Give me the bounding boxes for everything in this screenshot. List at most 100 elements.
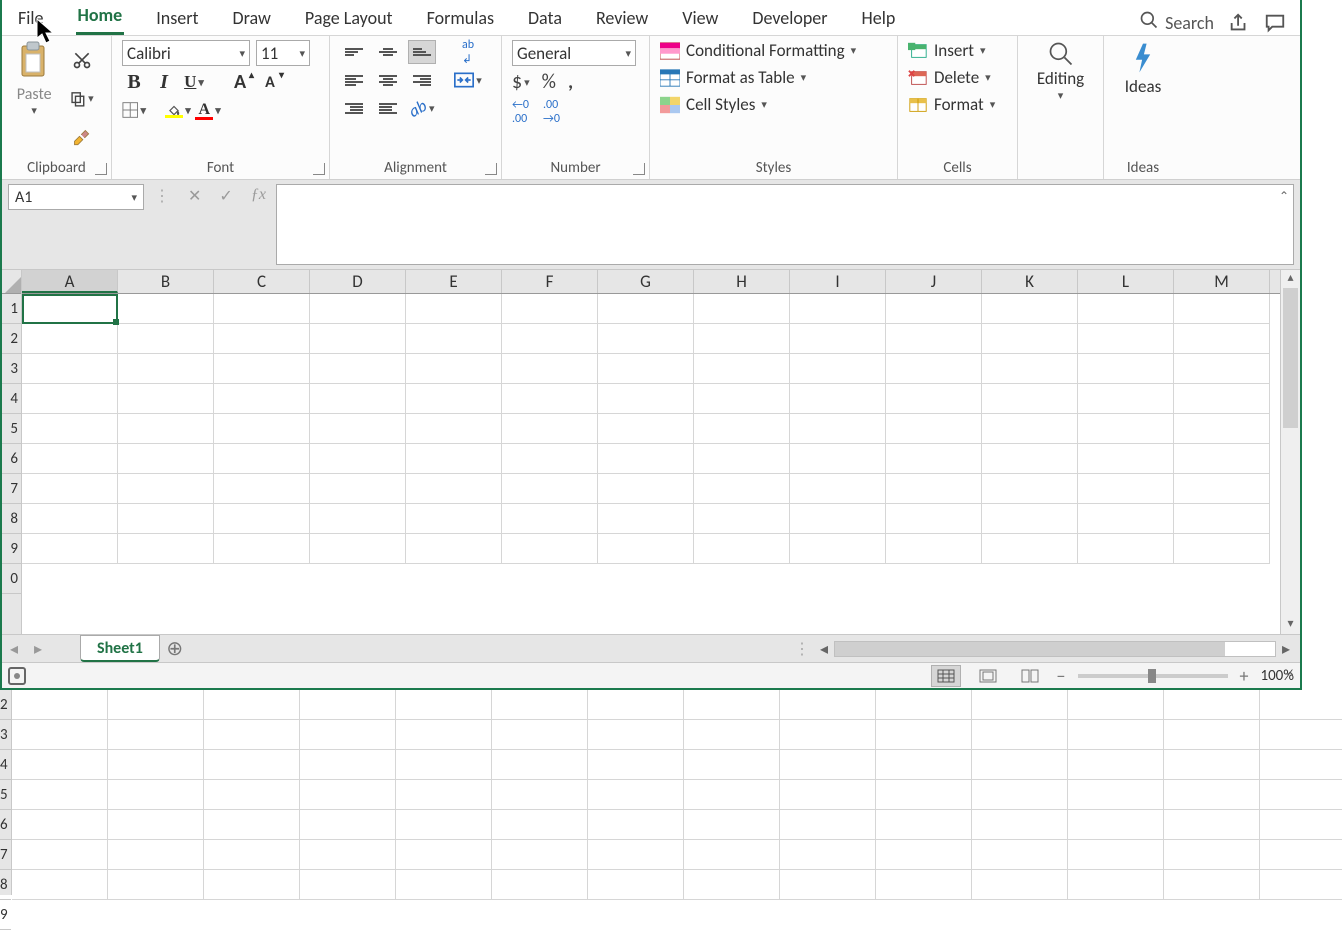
row-header[interactable]: 3 [2, 354, 21, 384]
col-header[interactable]: B [118, 270, 214, 293]
tab-developer[interactable]: Developer [750, 3, 829, 35]
col-header[interactable]: K [982, 270, 1078, 293]
fill-color-button[interactable]: ▾ [166, 98, 190, 122]
increase-indent-button[interactable] [374, 96, 402, 120]
tab-page-layout[interactable]: Page Layout [303, 3, 395, 35]
cut-button[interactable] [70, 48, 94, 72]
hscroll-thumb[interactable] [835, 642, 1225, 656]
zoom-in-button[interactable]: + [1240, 665, 1249, 687]
decrease-decimal-button[interactable]: .00→0 [543, 98, 560, 126]
insert-cells-button[interactable]: Insert ▾ [908, 40, 995, 61]
row-header[interactable]: 5 [2, 414, 21, 444]
row-header[interactable]: 8 [2, 504, 21, 534]
align-right-button[interactable] [408, 68, 436, 92]
expand-formula-bar-button[interactable]: ⌃ [1279, 189, 1289, 204]
increase-decimal-button[interactable]: ←0.00 [512, 98, 529, 126]
scroll-thumb[interactable] [1283, 288, 1298, 428]
editing-button[interactable]: Editing ▾ [1030, 40, 1092, 157]
copy-button[interactable]: ▾ [70, 87, 94, 111]
page-break-view-button[interactable] [1015, 665, 1045, 687]
select-all-corner[interactable] [2, 270, 21, 294]
conditional-formatting-button[interactable]: Conditional Formatting ▾ [660, 40, 856, 61]
col-header[interactable]: L [1078, 270, 1174, 293]
italic-button[interactable]: I [152, 70, 176, 94]
decrease-indent-button[interactable] [340, 96, 368, 120]
align-left-button[interactable] [340, 68, 368, 92]
page-layout-view-button[interactable] [973, 665, 1003, 687]
col-header[interactable]: H [694, 270, 790, 293]
tab-formulas[interactable]: Formulas [425, 3, 496, 35]
col-header[interactable]: G [598, 270, 694, 293]
alignment-launcher[interactable] [485, 163, 497, 175]
borders-button[interactable]: ▾ [122, 98, 146, 122]
number-launcher[interactable] [633, 163, 645, 175]
worksheet-grid[interactable]: 1 2 3 4 5 6 7 8 9 0 A B C D E F G H I J … [2, 270, 1300, 634]
col-header[interactable]: D [310, 270, 406, 293]
add-sheet-button[interactable]: ⊕ [160, 635, 190, 662]
scroll-left-button[interactable]: ◂ [814, 639, 834, 659]
paste-button[interactable]: Paste ▾ [12, 40, 56, 157]
row-header[interactable]: 2 [2, 324, 21, 354]
comma-style-button[interactable]: , [568, 70, 573, 94]
font-launcher[interactable] [313, 163, 325, 175]
row-header[interactable]: 4 [2, 384, 21, 414]
collapse-ribbon-button[interactable]: ⌃ [1284, 669, 1296, 686]
sheet-nav-prev[interactable]: ◂ [2, 635, 26, 662]
align-middle-button[interactable] [374, 40, 402, 64]
align-center-button[interactable] [374, 68, 402, 92]
col-header[interactable]: C [214, 270, 310, 293]
font-name-combo[interactable]: Calibri ▾ [122, 40, 250, 66]
tab-review[interactable]: Review [594, 3, 650, 35]
tell-me-search[interactable]: Search [1139, 10, 1214, 35]
tab-file[interactable]: File [16, 3, 46, 35]
cancel-formula-button[interactable]: ✕ [188, 186, 201, 206]
col-header[interactable]: A [22, 270, 118, 293]
scroll-down-button[interactable]: ▾ [1281, 616, 1300, 634]
format-painter-button[interactable] [70, 126, 94, 150]
insert-function-button[interactable]: ƒx [251, 186, 266, 204]
row-header[interactable]: 6 [2, 444, 21, 474]
record-macro-button[interactable] [8, 667, 26, 685]
name-box[interactable]: A1 ▾ [8, 184, 144, 210]
tab-help[interactable]: Help [860, 3, 898, 35]
tab-data[interactable]: Data [526, 3, 564, 35]
align-bottom-button[interactable] [408, 40, 436, 64]
wrap-text-button[interactable]: ab↲ [454, 40, 482, 64]
cell-styles-button[interactable]: Cell Styles ▾ [660, 94, 856, 115]
comments-button[interactable] [1264, 12, 1286, 34]
scroll-up-button[interactable]: ▴ [1281, 270, 1300, 288]
formula-input[interactable]: ⌃ [276, 184, 1294, 265]
font-size-combo[interactable]: 11 ▾ [256, 40, 310, 66]
tab-home[interactable]: Home [76, 0, 125, 35]
shrink-font-button[interactable]: A▾ [258, 70, 282, 94]
share-button[interactable] [1228, 12, 1250, 34]
currency-button[interactable]: $▾ [512, 70, 530, 94]
merge-center-button[interactable]: ▾ [454, 68, 482, 92]
col-header[interactable]: F [502, 270, 598, 293]
col-header[interactable]: M [1174, 270, 1270, 293]
active-cell[interactable] [22, 294, 118, 324]
row-header[interactable]: 7 [2, 474, 21, 504]
tab-insert[interactable]: Insert [154, 3, 200, 35]
col-header[interactable]: I [790, 270, 886, 293]
row-header[interactable]: 0 [2, 564, 21, 594]
row-header[interactable]: 9 [2, 534, 21, 564]
zoom-slider[interactable] [1078, 674, 1228, 678]
col-header[interactable]: E [406, 270, 502, 293]
clipboard-launcher[interactable] [95, 163, 107, 175]
normal-view-button[interactable] [931, 665, 961, 687]
tab-draw[interactable]: Draw [231, 3, 273, 35]
format-as-table-button[interactable]: Format as Table ▾ [660, 67, 856, 88]
vertical-scrollbar[interactable]: ▴ ▾ [1280, 270, 1300, 634]
grid-body[interactable] [22, 294, 1300, 564]
orientation-button[interactable]: ab▾ [408, 96, 436, 120]
horizontal-scrollbar[interactable]: ◂ ▸ [810, 635, 1300, 662]
sheet-nav-next[interactable]: ▸ [26, 635, 50, 662]
align-top-button[interactable] [340, 40, 368, 64]
grow-font-button[interactable]: A▴ [228, 70, 252, 94]
number-format-combo[interactable]: General ▾ [512, 40, 636, 66]
scroll-right-button[interactable]: ▸ [1276, 639, 1296, 659]
zoom-out-button[interactable]: − [1057, 665, 1066, 687]
ideas-button[interactable]: Ideas [1116, 40, 1170, 157]
format-cells-button[interactable]: Format ▾ [908, 94, 995, 115]
